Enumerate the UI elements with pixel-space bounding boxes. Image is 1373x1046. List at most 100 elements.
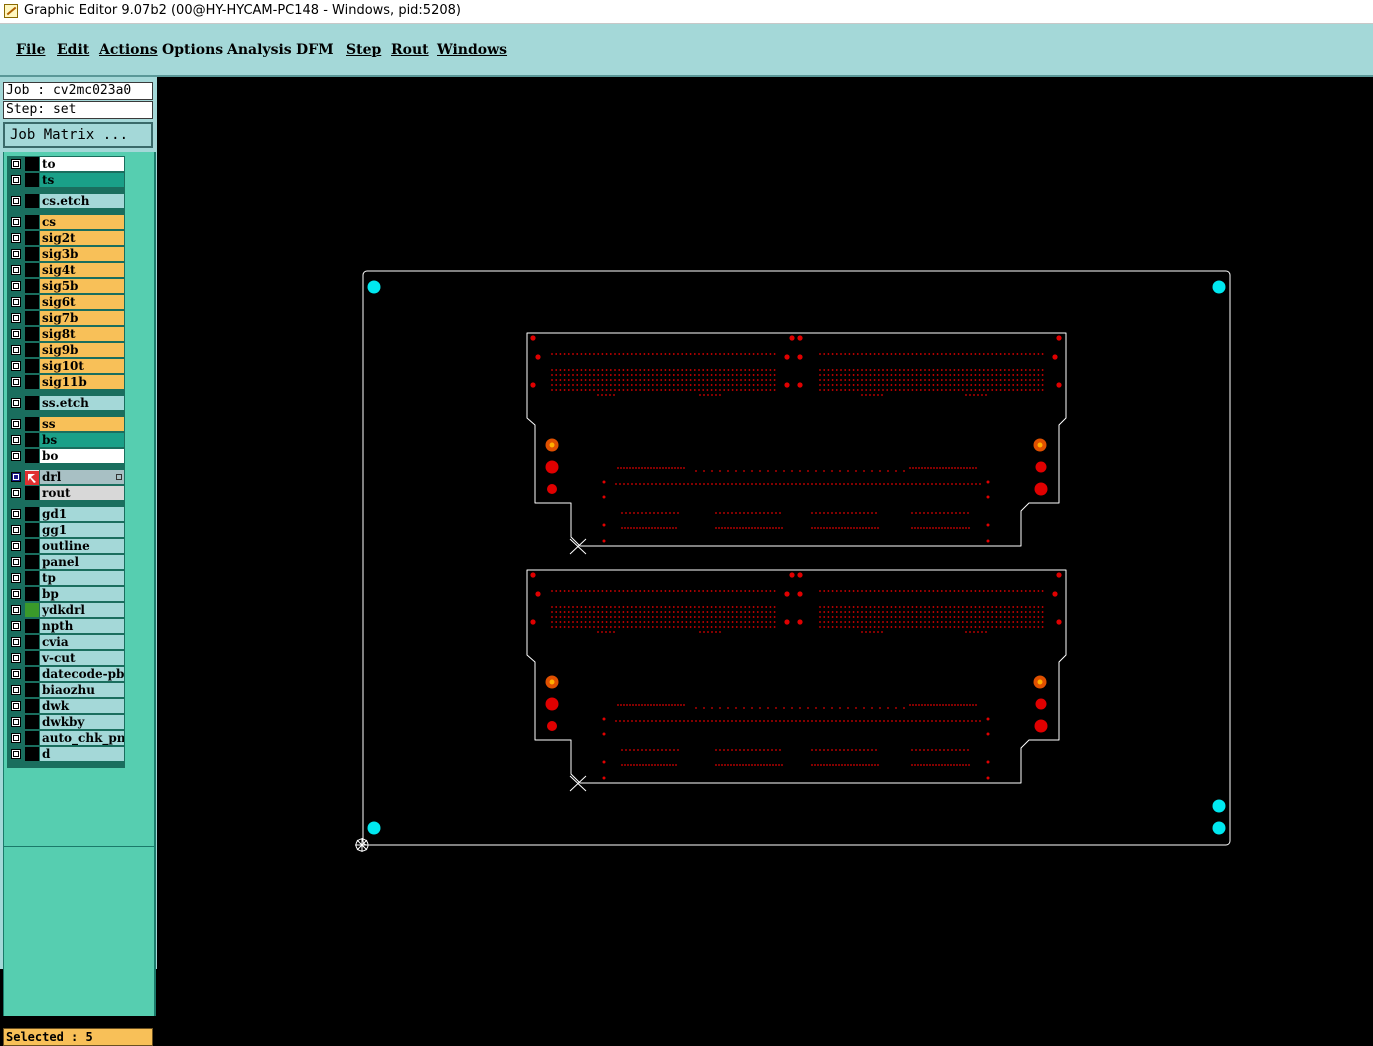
menu-dfm[interactable]: DFM [296, 42, 334, 58]
layer-checkbox[interactable] [11, 217, 21, 227]
layer-name[interactable]: ts [40, 173, 124, 187]
layer-name[interactable]: ss.etch [40, 396, 124, 410]
layer-color-swatch[interactable] [25, 683, 39, 697]
layer-name[interactable]: panel [40, 555, 124, 569]
layer-checkbox[interactable] [11, 398, 21, 408]
layer-checkbox[interactable] [11, 701, 21, 711]
layer-color-swatch[interactable] [25, 507, 39, 521]
layer-row-bs[interactable]: bs [7, 432, 125, 448]
layer-row-panel[interactable]: panel [7, 554, 125, 570]
layer-checkbox[interactable] [11, 196, 21, 206]
layer-color-swatch[interactable] [25, 539, 39, 553]
layer-name[interactable]: sig5b [40, 279, 124, 293]
layer-color-swatch[interactable] [25, 731, 39, 745]
arrow-icon[interactable] [25, 470, 39, 485]
layer-checkbox[interactable] [11, 345, 21, 355]
layer-checkbox[interactable] [11, 281, 21, 291]
layer-checkbox[interactable] [11, 175, 21, 185]
layer-name[interactable]: sig11b [40, 375, 124, 389]
layer-name[interactable]: bs [40, 433, 124, 447]
layer-color-swatch[interactable] [25, 667, 39, 681]
layer-checkbox[interactable] [11, 265, 21, 275]
layer-row-auto_chk_pnl[interactable]: auto_chk_pnl [7, 730, 125, 746]
layer-checkbox[interactable] [11, 249, 21, 259]
layer-row-to[interactable]: to [7, 156, 125, 172]
layer-checkbox[interactable] [11, 557, 21, 567]
layer-checkbox[interactable] [11, 733, 21, 743]
layer-name[interactable]: sig10t [40, 359, 124, 373]
layer-row-dwkby[interactable]: dwkby [7, 714, 125, 730]
layer-name[interactable]: cvia [40, 635, 124, 649]
layer-checkbox[interactable] [11, 488, 21, 498]
layer-row-biaozhu[interactable]: biaozhu [7, 682, 125, 698]
layer-name[interactable]: sig3b [40, 247, 124, 261]
layer-name[interactable]: rout [40, 486, 124, 500]
layer-checkbox[interactable] [11, 472, 21, 482]
layer-color-swatch[interactable] [25, 571, 39, 585]
layer-color-swatch[interactable] [25, 433, 39, 447]
menu-step[interactable]: Step [346, 42, 381, 58]
layer-name[interactable]: drl [40, 470, 124, 484]
layer-checkbox[interactable] [11, 361, 21, 371]
layer-row-sig3b[interactable]: sig3b [7, 246, 125, 262]
graphic-canvas[interactable] [157, 79, 1373, 969]
layer-row-ydkdrl[interactable]: ydkdrl [7, 602, 125, 618]
layer-name[interactable]: npth [40, 619, 124, 633]
layer-color-swatch[interactable] [25, 587, 39, 601]
layer-name[interactable]: sig7b [40, 311, 124, 325]
layer-color-swatch[interactable] [25, 231, 39, 245]
layer-row-v-cut[interactable]: v-cut [7, 650, 125, 666]
layer-color-swatch[interactable] [25, 263, 39, 277]
layer-name[interactable]: auto_chk_pnl [40, 731, 124, 745]
layer-color-swatch[interactable] [25, 747, 39, 761]
layer-color-swatch[interactable] [25, 157, 39, 171]
layer-color-swatch[interactable] [25, 603, 39, 617]
layer-color-swatch[interactable] [25, 295, 39, 309]
layer-color-swatch[interactable] [25, 715, 39, 729]
layer-row-sig5b[interactable]: sig5b [7, 278, 125, 294]
layer-checkbox[interactable] [11, 605, 21, 615]
layer-color-swatch[interactable] [25, 194, 39, 208]
layer-checkbox[interactable] [11, 573, 21, 583]
layer-color-swatch[interactable] [25, 486, 39, 500]
layer-row-sig4t[interactable]: sig4t [7, 262, 125, 278]
layer-checkbox[interactable] [11, 435, 21, 445]
layer-row-sig8t[interactable]: sig8t [7, 326, 125, 342]
layer-name[interactable]: v-cut [40, 651, 124, 665]
layer-row-bo[interactable]: bo [7, 448, 125, 464]
layer-checkbox[interactable] [11, 509, 21, 519]
layer-color-swatch[interactable] [25, 449, 39, 463]
menu-actions[interactable]: Actions [99, 42, 158, 58]
layer-name[interactable]: sig4t [40, 263, 124, 277]
layer-checkbox[interactable] [11, 669, 21, 679]
layer-checkbox[interactable] [11, 233, 21, 243]
layer-row-cvia[interactable]: cvia [7, 634, 125, 650]
layer-color-swatch[interactable] [25, 396, 39, 410]
layer-row-ss.etch[interactable]: ss.etch [7, 395, 125, 411]
layer-name[interactable]: dwk [40, 699, 124, 713]
layer-checkbox[interactable] [11, 653, 21, 663]
layer-checkbox[interactable] [11, 313, 21, 323]
layer-row-npth[interactable]: npth [7, 618, 125, 634]
menu-edit[interactable]: Edit [57, 42, 89, 58]
layer-name[interactable]: sig9b [40, 343, 124, 357]
job-matrix-button[interactable]: Job Matrix ... [3, 122, 153, 148]
layer-checkbox[interactable] [11, 525, 21, 535]
menu-windows[interactable]: Windows [437, 42, 507, 58]
layer-checkbox[interactable] [11, 749, 21, 759]
layer-row-outline[interactable]: outline [7, 538, 125, 554]
layer-name[interactable]: cs [40, 215, 124, 229]
menu-analysis[interactable]: Analysis [227, 42, 292, 58]
layer-color-swatch[interactable] [25, 327, 39, 341]
layer-row-sig11b[interactable]: sig11b [7, 374, 125, 390]
layer-color-swatch[interactable] [25, 417, 39, 431]
menu-file[interactable]: File [16, 42, 45, 58]
layer-color-swatch[interactable] [25, 635, 39, 649]
layer-row-ts[interactable]: ts [7, 172, 125, 188]
layer-checkbox[interactable] [11, 377, 21, 387]
layer-name[interactable]: bo [40, 449, 124, 463]
layer-color-swatch[interactable] [25, 343, 39, 357]
layer-row-d[interactable]: d [7, 746, 125, 762]
layer-color-swatch[interactable] [25, 375, 39, 389]
layer-row-rout[interactable]: rout [7, 485, 125, 501]
